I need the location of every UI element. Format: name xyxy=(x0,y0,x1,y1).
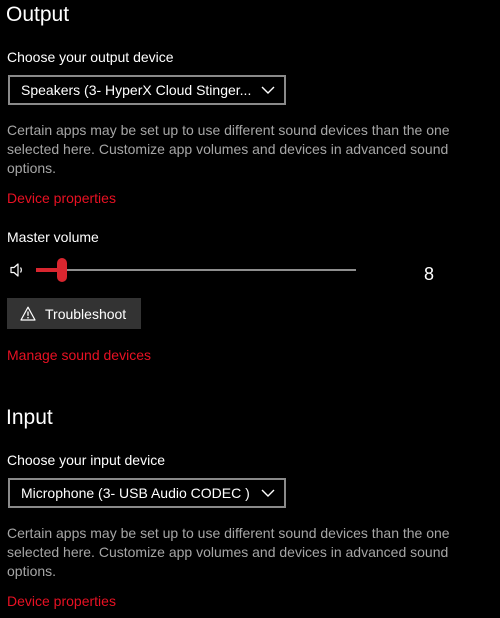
warning-icon xyxy=(20,306,36,321)
master-volume-label: Master volume xyxy=(7,229,99,245)
slider-track xyxy=(36,269,356,271)
output-help-text: Certain apps may be set up to use differ… xyxy=(7,122,450,176)
output-device-dropdown[interactable]: Speakers (3- HyperX Cloud Stinger... xyxy=(8,75,286,105)
input-help-text: Certain apps may be set up to use differ… xyxy=(7,525,450,579)
master-volume-slider[interactable] xyxy=(36,258,356,282)
output-section-title: Output xyxy=(6,3,70,26)
speaker-icon[interactable] xyxy=(9,261,27,279)
input-device-dropdown[interactable]: Microphone (3- USB Audio CODEC ) xyxy=(8,478,286,508)
troubleshoot-button[interactable]: Troubleshoot xyxy=(7,298,141,329)
chevron-down-icon xyxy=(260,82,276,98)
troubleshoot-label: Troubleshoot xyxy=(45,305,127,322)
input-device-selected: Microphone (3- USB Audio CODEC ) xyxy=(21,485,250,501)
output-device-properties-link[interactable]: Device properties xyxy=(7,190,116,206)
output-device-selected: Speakers (3- HyperX Cloud Stinger... xyxy=(21,82,252,98)
output-device-label: Choose your output device xyxy=(7,49,174,65)
master-volume-value: 8 xyxy=(424,264,435,284)
slider-thumb[interactable] xyxy=(56,258,67,282)
input-device-label: Choose your input device xyxy=(7,452,165,468)
input-device-properties-link[interactable]: Device properties xyxy=(7,593,116,609)
chevron-down-icon xyxy=(260,485,276,501)
manage-sound-devices-link[interactable]: Manage sound devices xyxy=(7,347,151,363)
input-section-title: Input xyxy=(6,406,53,429)
